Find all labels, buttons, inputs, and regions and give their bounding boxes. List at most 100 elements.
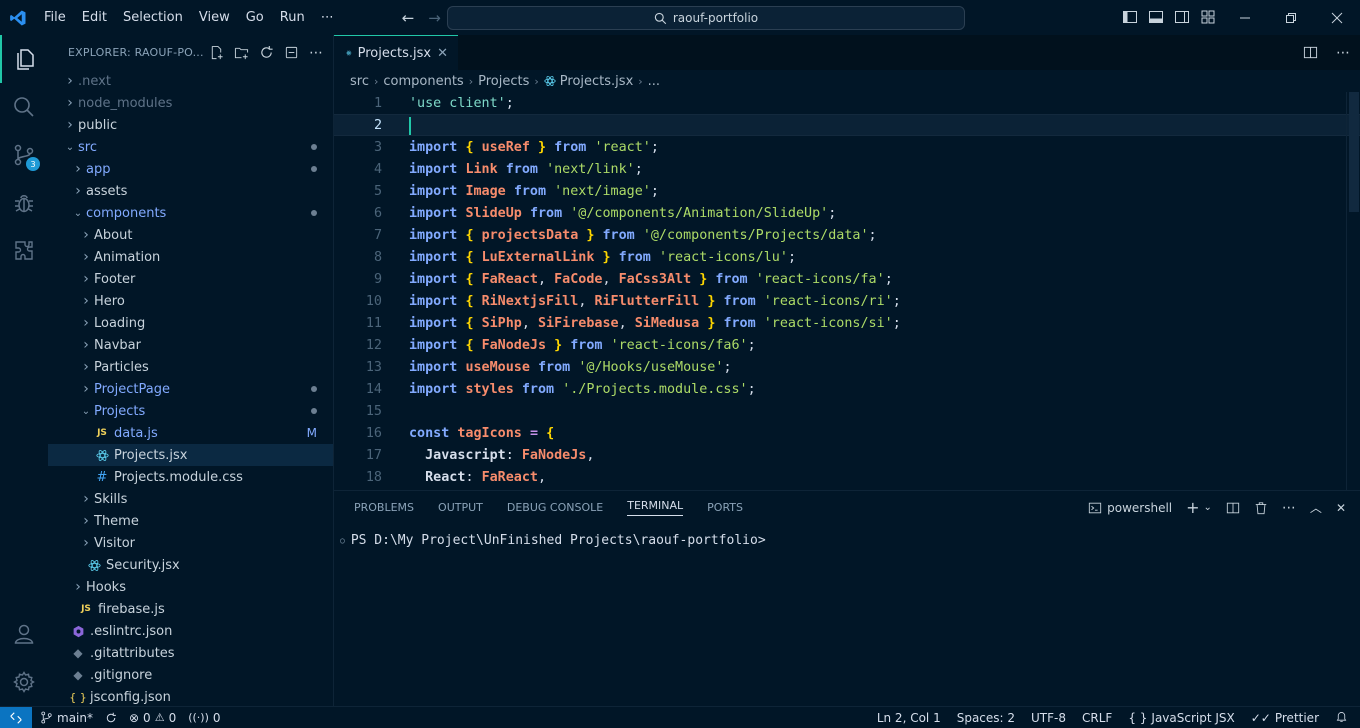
minimize-icon[interactable] xyxy=(1222,0,1268,35)
tree-item[interactable]: › Visitor xyxy=(48,532,333,554)
manage-activity[interactable] xyxy=(0,658,48,706)
ports-indicator[interactable]: ((·)) 0 xyxy=(188,711,220,725)
trash-icon[interactable] xyxy=(1254,501,1268,515)
tree-item[interactable]: › Loading xyxy=(48,312,333,334)
source-control-activity[interactable]: 3 xyxy=(0,131,48,179)
tree-item[interactable]: › node_modules xyxy=(48,92,333,114)
new-terminal-icon[interactable]: + xyxy=(1186,498,1199,517)
tree-item[interactable]: Projects.jsx xyxy=(48,444,333,466)
editor-more-icon[interactable]: ⋯ xyxy=(1336,45,1350,61)
branch-indicator[interactable]: main* xyxy=(40,711,93,725)
cursor-position[interactable]: Ln 2, Col 1 xyxy=(877,711,941,725)
tree-item[interactable]: › public xyxy=(48,114,333,136)
menu-item[interactable]: Run xyxy=(272,10,313,25)
scrollbar-thumb[interactable] xyxy=(1349,92,1359,212)
indentation[interactable]: Spaces: 2 xyxy=(957,711,1015,725)
editor-scrollbar[interactable] xyxy=(1346,92,1360,490)
panel-tab-output[interactable]: OUTPUT xyxy=(438,501,483,514)
sync-indicator[interactable] xyxy=(105,712,117,724)
language-mode[interactable]: { } JavaScript JSX xyxy=(1128,711,1234,725)
breadcrumb-item[interactable]: Projects xyxy=(478,74,529,89)
menu-item[interactable]: Go xyxy=(238,10,272,25)
tab-projects-jsx[interactable]: Projects.jsx ✕ xyxy=(334,35,458,70)
tree-item[interactable]: › About xyxy=(48,224,333,246)
tree-item[interactable]: Security.jsx xyxy=(48,554,333,576)
breadcrumb-item[interactable]: src xyxy=(350,74,369,89)
split-editor-icon[interactable] xyxy=(1303,45,1318,60)
more-actions-icon[interactable]: ⋯ xyxy=(309,45,323,61)
line-endings[interactable]: CRLF xyxy=(1082,711,1112,725)
tree-item[interactable]: ⌄ Projects xyxy=(48,400,333,422)
maximize-panel-icon[interactable]: ︿ xyxy=(1310,499,1322,516)
tree-item[interactable]: › .next xyxy=(48,70,333,92)
back-arrow-icon[interactable]: ← xyxy=(402,9,415,27)
tree-item[interactable]: › Hooks xyxy=(48,576,333,598)
tree-item[interactable]: › Hero xyxy=(48,290,333,312)
explorer-activity[interactable] xyxy=(0,35,48,83)
new-file-icon[interactable] xyxy=(209,45,224,60)
tree-item[interactable]: .eslintrc.json xyxy=(48,620,333,642)
menu-item[interactable]: File xyxy=(36,10,74,25)
panel-tab-problems[interactable]: PROBLEMS xyxy=(354,501,414,514)
problems-indicator[interactable]: ⊗ 0 ⚠ 0 xyxy=(129,711,176,725)
notifications-icon[interactable] xyxy=(1335,710,1348,726)
command-center-search[interactable]: raouf-portfolio xyxy=(447,6,965,30)
tree-item[interactable]: ◆ .gitignore xyxy=(48,664,333,686)
customize-layout-icon[interactable] xyxy=(1200,9,1216,25)
remote-indicator[interactable] xyxy=(0,706,32,728)
close-panel-icon[interactable]: ✕ xyxy=(1336,501,1346,515)
new-folder-icon[interactable] xyxy=(234,45,249,60)
tree-item[interactable]: JS firebase.js xyxy=(48,598,333,620)
tree-item[interactable]: # Projects.module.css xyxy=(48,466,333,488)
terminal-output[interactable]: ○ PS D:\My Project\UnFinished Projects\r… xyxy=(340,533,766,548)
tree-item[interactable]: › Skills xyxy=(48,488,333,510)
menu-item[interactable]: Edit xyxy=(74,10,115,25)
breadcrumb-item[interactable]: components xyxy=(383,74,463,89)
split-terminal-icon[interactable] xyxy=(1226,501,1240,515)
collapse-all-icon[interactable] xyxy=(284,45,299,60)
panel-tab-terminal[interactable]: TERMINAL xyxy=(627,499,684,516)
tree-item[interactable]: › ProjectPage xyxy=(48,378,333,400)
toggle-sidebar-icon[interactable] xyxy=(1122,9,1138,25)
close-window-icon[interactable] xyxy=(1314,0,1360,35)
tree-item[interactable]: › Animation xyxy=(48,246,333,268)
tree-item[interactable]: JS data.js M xyxy=(48,422,333,444)
menu-item[interactable]: Selection xyxy=(115,10,191,25)
panel-more-icon[interactable]: ⋯ xyxy=(1282,500,1296,516)
breadcrumb-item[interactable]: Projects.jsx xyxy=(560,74,633,89)
menu-item[interactable]: ⋯ xyxy=(313,10,342,25)
run-debug-activity[interactable] xyxy=(0,179,48,227)
code-token: 'react-icons/fa' xyxy=(755,271,885,287)
breadcrumb-item[interactable]: ... xyxy=(648,74,660,89)
accounts-activity[interactable] xyxy=(0,610,48,658)
forward-arrow-icon[interactable]: → xyxy=(428,9,441,27)
tree-item[interactable]: { } jsconfig.json xyxy=(48,686,333,708)
tree-item[interactable]: › Footer xyxy=(48,268,333,290)
panel-tab-ports[interactable]: PORTS xyxy=(707,501,743,514)
encoding[interactable]: UTF-8 xyxy=(1031,711,1066,725)
terminal-profile[interactable]: powershell xyxy=(1088,501,1172,515)
tree-item[interactable]: › Particles xyxy=(48,356,333,378)
tree-item[interactable]: › app xyxy=(48,158,333,180)
prompt-dot-icon: ○ xyxy=(340,536,345,545)
close-tab-icon[interactable]: ✕ xyxy=(437,46,448,61)
tree-item[interactable]: › Navbar xyxy=(48,334,333,356)
tree-item[interactable]: ⌄ components xyxy=(48,202,333,224)
tree-item[interactable]: ⌄ src xyxy=(48,136,333,158)
chevron-right-icon: › xyxy=(83,513,89,529)
tree-item[interactable]: ◆ .gitattributes xyxy=(48,642,333,664)
toggle-secondary-sidebar-icon[interactable] xyxy=(1174,9,1190,25)
code-token: { xyxy=(465,139,474,155)
menu-item[interactable]: View xyxy=(191,10,238,25)
search-activity[interactable] xyxy=(0,83,48,131)
code-view[interactable]: 1 'use client'; 2 3 import { useRef } from '… xyxy=(334,92,1360,490)
prettier-status[interactable]: ✓✓ Prettier xyxy=(1251,711,1319,725)
panel-tab-debug-console[interactable]: DEBUG CONSOLE xyxy=(507,501,603,514)
tree-item[interactable]: › assets xyxy=(48,180,333,202)
tree-item[interactable]: › Theme xyxy=(48,510,333,532)
restore-icon[interactable] xyxy=(1268,0,1314,35)
toggle-panel-icon[interactable] xyxy=(1148,9,1164,25)
refresh-icon[interactable] xyxy=(259,45,274,60)
extensions-activity[interactable] xyxy=(0,227,48,275)
chevron-down-icon[interactable]: ⌄ xyxy=(1204,502,1212,513)
